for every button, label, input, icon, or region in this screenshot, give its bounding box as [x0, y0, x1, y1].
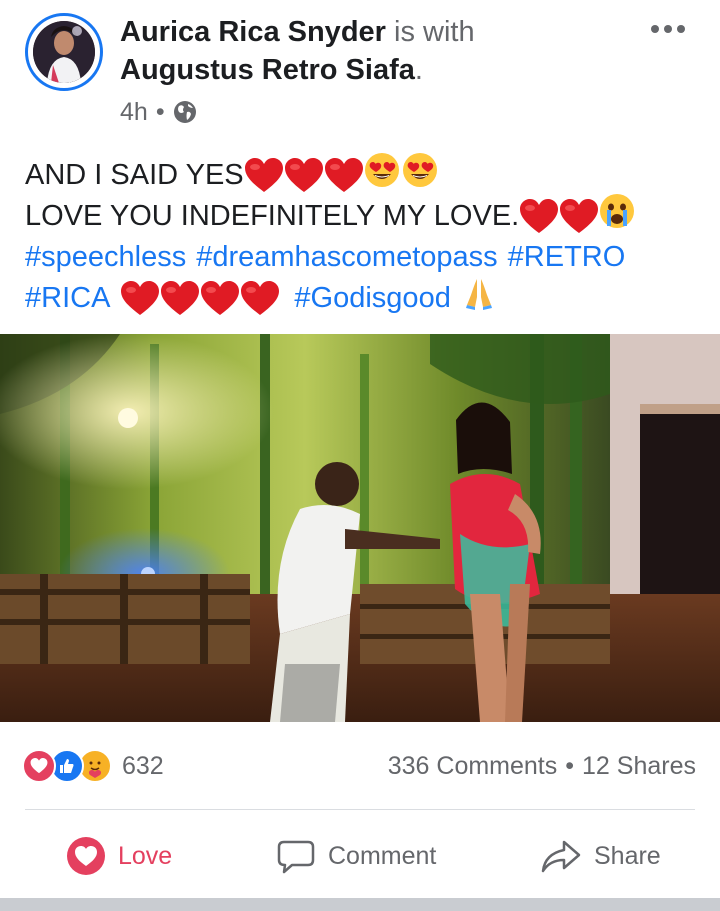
red-heart-icon	[160, 281, 200, 317]
love-button[interactable]: Love	[66, 826, 172, 886]
heart-eyes-icon	[402, 152, 438, 200]
hashtag-link[interactable]: #RETRO	[508, 237, 626, 278]
more-options-button[interactable]	[648, 14, 688, 44]
share-label: Share	[594, 841, 661, 870]
post-text-line-4: #RICA #Godisgood	[25, 278, 705, 319]
hashtag-link[interactable]: #dreamhascometopass	[196, 237, 497, 278]
love-icon	[66, 836, 106, 876]
meta-separator: •	[155, 98, 165, 126]
red-heart-icon	[120, 281, 160, 317]
post-text-line-1: AND I SAID YES	[25, 155, 705, 196]
globe-icon	[173, 100, 197, 124]
author-name[interactable]: Aurica Rica Snyder	[120, 16, 386, 48]
love-label: Love	[118, 841, 173, 870]
post-photo[interactable]	[0, 334, 720, 722]
love-reaction-icon	[22, 749, 56, 783]
comment-label: Comment	[328, 841, 437, 870]
red-heart-icon	[519, 199, 559, 235]
post-meta: 4h •	[120, 96, 197, 128]
red-heart-icon	[324, 158, 364, 194]
folded-hands-icon	[461, 275, 497, 323]
post-time[interactable]: 4h	[120, 96, 148, 128]
share-button[interactable]: Share	[540, 826, 661, 886]
shares-count[interactable]: 12 Shares	[582, 752, 696, 781]
hashtag-link[interactable]: #Godisgood	[294, 278, 450, 319]
with-text: is with	[394, 16, 475, 48]
hashtag-link[interactable]: #speechless	[25, 237, 186, 278]
reaction-icons	[22, 749, 112, 783]
more-options-icon	[651, 25, 685, 33]
comment-icon	[276, 836, 316, 876]
comments-count[interactable]: 336 Comments	[388, 752, 558, 781]
red-heart-icon	[559, 199, 599, 235]
red-heart-icon	[240, 281, 280, 317]
heart-eyes-icon	[364, 152, 400, 200]
share-icon	[540, 836, 582, 876]
red-heart-icon	[284, 158, 324, 194]
hashtag-link[interactable]: #RICA	[25, 278, 110, 319]
action-bar: Love Comment Share	[0, 826, 720, 886]
tagged-suffix: .	[414, 54, 423, 86]
post-text-line-3: #speechless #dreamhascometopass #RETRO	[25, 237, 705, 278]
post-text-line-2: LOVE YOU INDEFINITELY MY LOVE.	[25, 196, 705, 237]
text-line-1: AND I SAID YES	[25, 159, 244, 191]
post-text: AND I SAID YES LOVE YOU INDEFINITELY MY …	[25, 155, 705, 319]
avatar[interactable]	[25, 13, 103, 91]
engagement-stats: 336 Comments • 12 Shares	[388, 748, 696, 784]
comment-button[interactable]: Comment	[276, 826, 436, 886]
author-line: Aurica Rica Snyder is with	[120, 14, 475, 50]
reactions-summary[interactable]: 632	[22, 748, 164, 784]
red-heart-icon	[200, 281, 240, 317]
divider	[25, 809, 695, 810]
text-line-2: LOVE YOU INDEFINITELY MY LOVE.	[25, 200, 520, 232]
stats-separator: •	[565, 751, 575, 780]
avatar-image	[33, 21, 95, 83]
tagged-line: Augustus Retro Siafa.	[120, 52, 423, 88]
feed-separator	[0, 898, 720, 911]
crying-face-icon	[599, 193, 635, 241]
reaction-count: 632	[122, 751, 164, 780]
tagged-name[interactable]: Augustus Retro Siafa	[120, 54, 415, 86]
post-header: Aurica Rica Snyder is with Augustus Retr…	[0, 0, 720, 140]
red-heart-icon	[244, 158, 284, 194]
